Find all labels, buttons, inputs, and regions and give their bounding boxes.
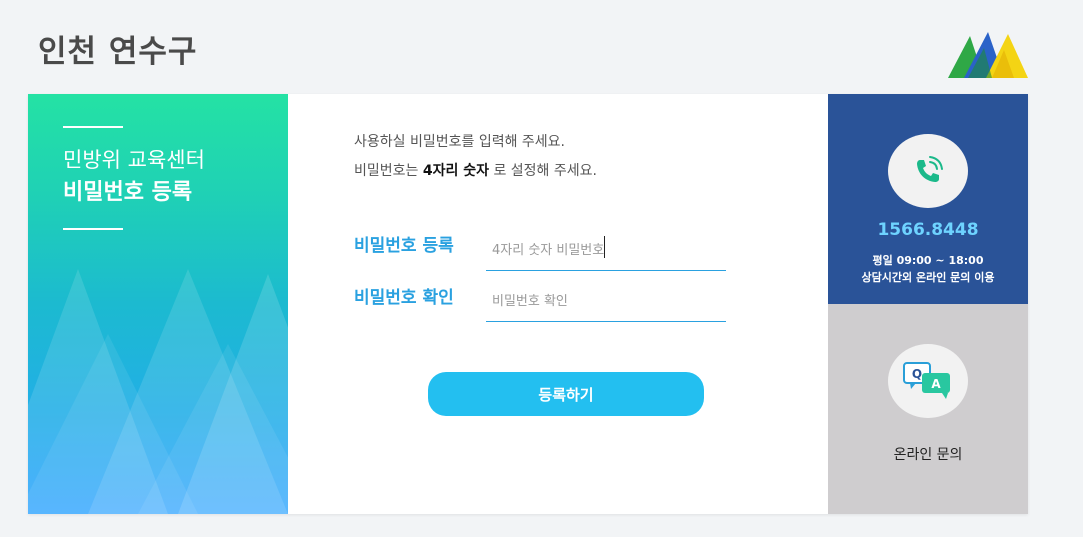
hours-line-2: 상담시간외 온라인 문의 이용 — [861, 271, 995, 284]
confirm-label: 비밀번호 확인 — [354, 288, 454, 308]
online-inquiry[interactable]: Q A 온라인 문의 — [828, 304, 1028, 514]
online-inquiry-label: 온라인 문의 — [893, 447, 963, 463]
divider-bottom — [63, 228, 123, 230]
phone-icon — [917, 156, 943, 182]
phone-icon-circle — [888, 134, 968, 208]
phone-number: 1566.8448 — [877, 220, 979, 240]
banner-title: 비밀번호 등록 — [63, 180, 193, 205]
banner-subtitle: 민방위 교육센터 — [63, 148, 205, 172]
confirm-password-input[interactable] — [486, 282, 726, 322]
password-label: 비밀번호 등록 — [354, 236, 454, 256]
guide-highlight: 4자리 숫자 — [422, 163, 489, 179]
password-input[interactable] — [486, 231, 726, 271]
page-title: 인천 연수구 — [38, 34, 198, 70]
password-form: 사용하실 비밀번호를 입력해 주세요. 비밀번호는 4자리 숫자 로 설정해 주… — [288, 94, 828, 514]
svg-text:Q: Q — [912, 367, 922, 381]
page-header: 인천 연수구 — [0, 0, 1083, 94]
phone-contact[interactable]: 1566.8448 평일 09:00 ~ 18:00 상담시간외 온라인 문의 … — [828, 94, 1028, 304]
hours-line-1: 평일 09:00 ~ 18:00 — [872, 254, 984, 267]
mountain-logo-icon[interactable] — [948, 28, 1028, 80]
guide-line-2: 비밀번호는 4자리 숫자 로 설정해 주세요. — [354, 157, 597, 186]
left-banner: 민방위 교육센터 비밀번호 등록 — [28, 94, 288, 514]
register-button[interactable]: 등록하기 — [428, 372, 704, 416]
divider-top — [63, 126, 123, 128]
guide-line-1: 사용하실 비밀번호를 입력해 주세요. — [354, 134, 565, 150]
qa-chat-icon: Q A — [903, 362, 950, 399]
guide-prefix: 비밀번호는 — [354, 163, 423, 179]
business-hours: 평일 09:00 ~ 18:00 상담시간외 온라인 문의 이용 — [828, 252, 1028, 286]
svg-text:A: A — [931, 377, 941, 391]
qa-icon-circle: Q A — [888, 344, 968, 418]
guide-suffix: 로 설정해 주세요. — [489, 163, 597, 179]
password-card: 민방위 교육센터 비밀번호 등록 사용하실 비밀번호를 입력해 주세요. 비밀번… — [28, 94, 1028, 514]
guide-text: 사용하실 비밀번호를 입력해 주세요. 비밀번호는 4자리 숫자 로 설정해 주… — [354, 128, 597, 186]
text-caret — [604, 236, 605, 258]
